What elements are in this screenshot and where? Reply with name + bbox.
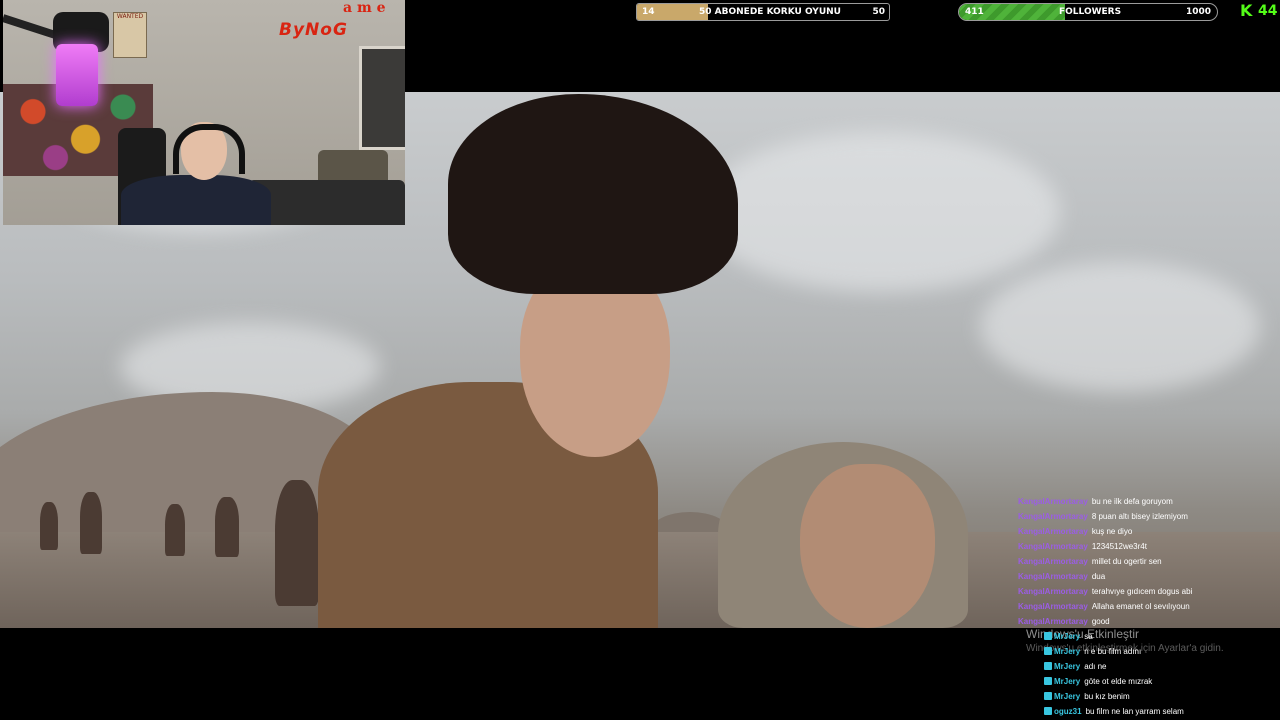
chat-username[interactable]: MrJery: [1054, 692, 1080, 701]
background-person: [40, 502, 58, 550]
chat-message-text: millet du ogertir sen: [1091, 557, 1162, 566]
chat-username[interactable]: MrJery: [1054, 632, 1080, 641]
subscriber-badge-icon: [1044, 662, 1052, 670]
chat-username[interactable]: MrJery: [1054, 662, 1080, 671]
chat-message: KangalArmortaray terahvıye gıdıcem dogus …: [1018, 585, 1192, 598]
chat-message-text: bu film ne lan yarram selam: [1085, 707, 1184, 716]
kick-count: 44: [1258, 3, 1278, 19]
follower-goal-current: 411: [965, 7, 984, 17]
chat-message: MrJery n e bu film adını: [1044, 645, 1141, 658]
poster-text: WANTED: [116, 13, 144, 20]
woman-face: [800, 464, 935, 628]
chat-message: KangalArmortaray dua: [1018, 570, 1105, 583]
streamer-body: [121, 175, 271, 225]
chat-message: MrJery bu kız benim: [1044, 690, 1130, 703]
background-person: [80, 492, 102, 554]
chat-username[interactable]: MrJery: [1054, 647, 1080, 656]
chat-username[interactable]: KangalArmortaray: [1018, 617, 1088, 626]
webcam-overlay: WANTED ByNoG a m e: [3, 0, 405, 225]
follower-goal-bar: 411 FOLLOWERS 1000: [958, 3, 1218, 21]
cloud-3: [980, 262, 1260, 392]
chat-username[interactable]: KangalArmortaray: [1018, 497, 1088, 506]
chat-message: KangalArmortaray 1234512we3r4t: [1018, 540, 1147, 553]
chat-username[interactable]: MrJery: [1054, 677, 1080, 686]
headphones-icon: [173, 124, 245, 174]
chat-message-text: 1234512we3r4t: [1091, 542, 1147, 551]
subscriber-badge-icon: [1044, 677, 1052, 685]
chat-message-text: dua: [1091, 572, 1106, 581]
chat-message-text: bu ne ilk defa goruyom: [1091, 497, 1173, 506]
chat-message-text: adı ne: [1084, 662, 1107, 671]
chat-message-text: 8 puan altı bisey izlemiyom: [1091, 512, 1188, 521]
chat-message: KangalArmortaray kuş ne diyo: [1018, 525, 1132, 538]
subscriber-badge-icon: [1044, 692, 1052, 700]
wanted-poster: WANTED: [113, 12, 147, 58]
chat-message: oguz31 bu film ne lan yarram selam: [1044, 705, 1184, 718]
chat-message-text: terahvıye gıdıcem dogus abi: [1091, 587, 1193, 596]
chat-username[interactable]: KangalArmortaray: [1018, 557, 1088, 566]
chat-message-text: sa: [1084, 632, 1093, 641]
rgb-lamp: [56, 44, 98, 106]
chat-username[interactable]: KangalArmortaray: [1018, 527, 1088, 536]
bed: [248, 180, 405, 225]
subscriber-goal-current: 14: [642, 7, 655, 17]
logo-letters: a m e: [343, 0, 386, 16]
chat-message-text: bu kız benim: [1084, 692, 1130, 701]
chat-message: KangalArmortaray 8 puan altı bisey izlemi…: [1018, 510, 1188, 523]
chat-message-text: kuş ne diyo: [1091, 527, 1133, 536]
chat-message: MrJery adı ne: [1044, 660, 1107, 673]
chat-message: MrJery sa: [1044, 630, 1093, 643]
chat-message-text: göte ot elde mızrak: [1084, 677, 1153, 686]
background-person: [215, 497, 239, 557]
chat-username[interactable]: KangalArmortaray: [1018, 542, 1088, 551]
chat-username[interactable]: KangalArmortaray: [1018, 572, 1088, 581]
chat-username[interactable]: KangalArmortaray: [1018, 587, 1088, 596]
boy-hair: [448, 94, 738, 294]
subscriber-badge-icon: [1044, 632, 1052, 640]
cloud-2: [700, 132, 1060, 292]
streamer-logo: ByNoG: [279, 20, 348, 40]
subscriber-badge-icon: [1044, 647, 1052, 655]
room-window: [359, 46, 405, 150]
chat-username[interactable]: oguz31: [1054, 707, 1082, 716]
kick-logo-icon: K: [1240, 1, 1253, 20]
chat-message-text: Allaha emanet ol sevılıyoun: [1091, 602, 1190, 611]
subscriber-goal-bar: 14 50 ABONEDE KORKU OYUNU 50: [636, 3, 890, 21]
chat-message: KangalArmortaray bu ne ilk defa goruyom: [1018, 495, 1173, 508]
chat-username[interactable]: KangalArmortaray: [1018, 512, 1088, 521]
kick-viewer-badge: K 44: [1240, 2, 1280, 20]
chat-message: KangalArmortaray millet du ogertir sen: [1018, 555, 1162, 568]
follower-goal-label: FOLLOWERS: [1059, 7, 1122, 17]
chat-message: KangalArmortaray good: [1018, 615, 1110, 628]
subscriber-goal-label: 50 ABONEDE KORKU OYUNU: [699, 7, 841, 17]
subscriber-goal-target: 50: [872, 7, 885, 17]
subscriber-badge-icon: [1044, 707, 1052, 715]
chat-username[interactable]: KangalArmortaray: [1018, 602, 1088, 611]
logo-text: ByNoG: [279, 20, 348, 40]
chat-message: MrJery göte ot elde mızrak: [1044, 675, 1152, 688]
chat-message-text: good: [1091, 617, 1110, 626]
follower-goal-target: 1000: [1185, 7, 1211, 17]
background-person: [165, 504, 185, 556]
background-person: [275, 480, 319, 606]
chat-message: KangalArmortaray Allaha emanet ol sevılıy…: [1018, 600, 1190, 613]
chat-message-text: n e bu film adını: [1084, 647, 1142, 656]
